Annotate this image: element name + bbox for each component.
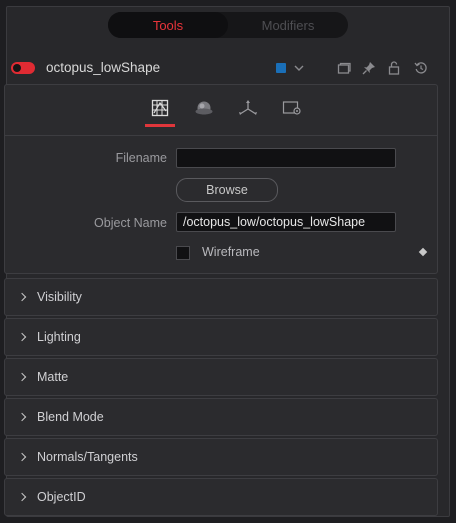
section-label: ObjectID (37, 490, 86, 504)
section-normals-tangents[interactable]: Normals/Tangents (4, 438, 438, 476)
reset-icon[interactable] (412, 59, 430, 77)
window-icon[interactable] (335, 59, 353, 77)
controls-tab-icon[interactable] (143, 93, 177, 127)
section-label: Normals/Tangents (37, 450, 138, 464)
section-label: Blend Mode (37, 410, 104, 424)
chevron-right-icon (19, 293, 27, 301)
wireframe-checkbox[interactable] (176, 246, 190, 260)
inspector-tabbar: Tools Modifiers (108, 12, 348, 38)
materials-tab-icon[interactable] (187, 93, 221, 123)
section-visibility[interactable]: Visibility (4, 278, 438, 316)
icon-tab-divider (5, 135, 437, 136)
chevron-right-icon (19, 333, 27, 341)
chevron-right-icon (19, 413, 27, 421)
object-name-field[interactable]: /octopus_low/octopus_lowShape (176, 212, 396, 232)
chevron-down-icon[interactable] (290, 59, 308, 77)
chevron-right-icon (19, 373, 27, 381)
wireframe-label[interactable]: Wireframe (202, 245, 260, 259)
section-label: Matte (37, 370, 69, 384)
transform-tab-icon[interactable] (231, 93, 265, 123)
tool-enable-toggle[interactable] (11, 62, 35, 74)
controls-body: Filename Browse Object Name /octopus_low… (4, 84, 438, 274)
chevron-right-icon (19, 453, 27, 461)
tab-tools[interactable]: Tools (108, 12, 228, 38)
settings-tab-icon[interactable] (275, 93, 309, 123)
section-label: Visibility (37, 290, 82, 304)
section-lighting[interactable]: Lighting (4, 318, 438, 356)
tab-modifiers[interactable]: Modifiers (228, 12, 348, 38)
pin-icon[interactable] (360, 59, 378, 77)
tool-name[interactable]: octopus_lowShape (46, 60, 160, 75)
section-matte[interactable]: Matte (4, 358, 438, 396)
section-objectid[interactable]: ObjectID (4, 478, 438, 516)
chevron-right-icon (19, 493, 27, 501)
section-label: Lighting (37, 330, 81, 344)
filename-label: Filename (115, 151, 167, 165)
icon-tabbar (143, 93, 309, 127)
section-blend-mode[interactable]: Blend Mode (4, 398, 438, 436)
filename-field[interactable] (176, 148, 396, 168)
keyframe-diamond-icon[interactable] (418, 247, 428, 257)
lock-icon[interactable] (385, 59, 403, 77)
browse-button[interactable]: Browse (176, 178, 278, 202)
object-name-label: Object Name (94, 216, 167, 230)
tool-color-swatch[interactable] (276, 63, 286, 73)
